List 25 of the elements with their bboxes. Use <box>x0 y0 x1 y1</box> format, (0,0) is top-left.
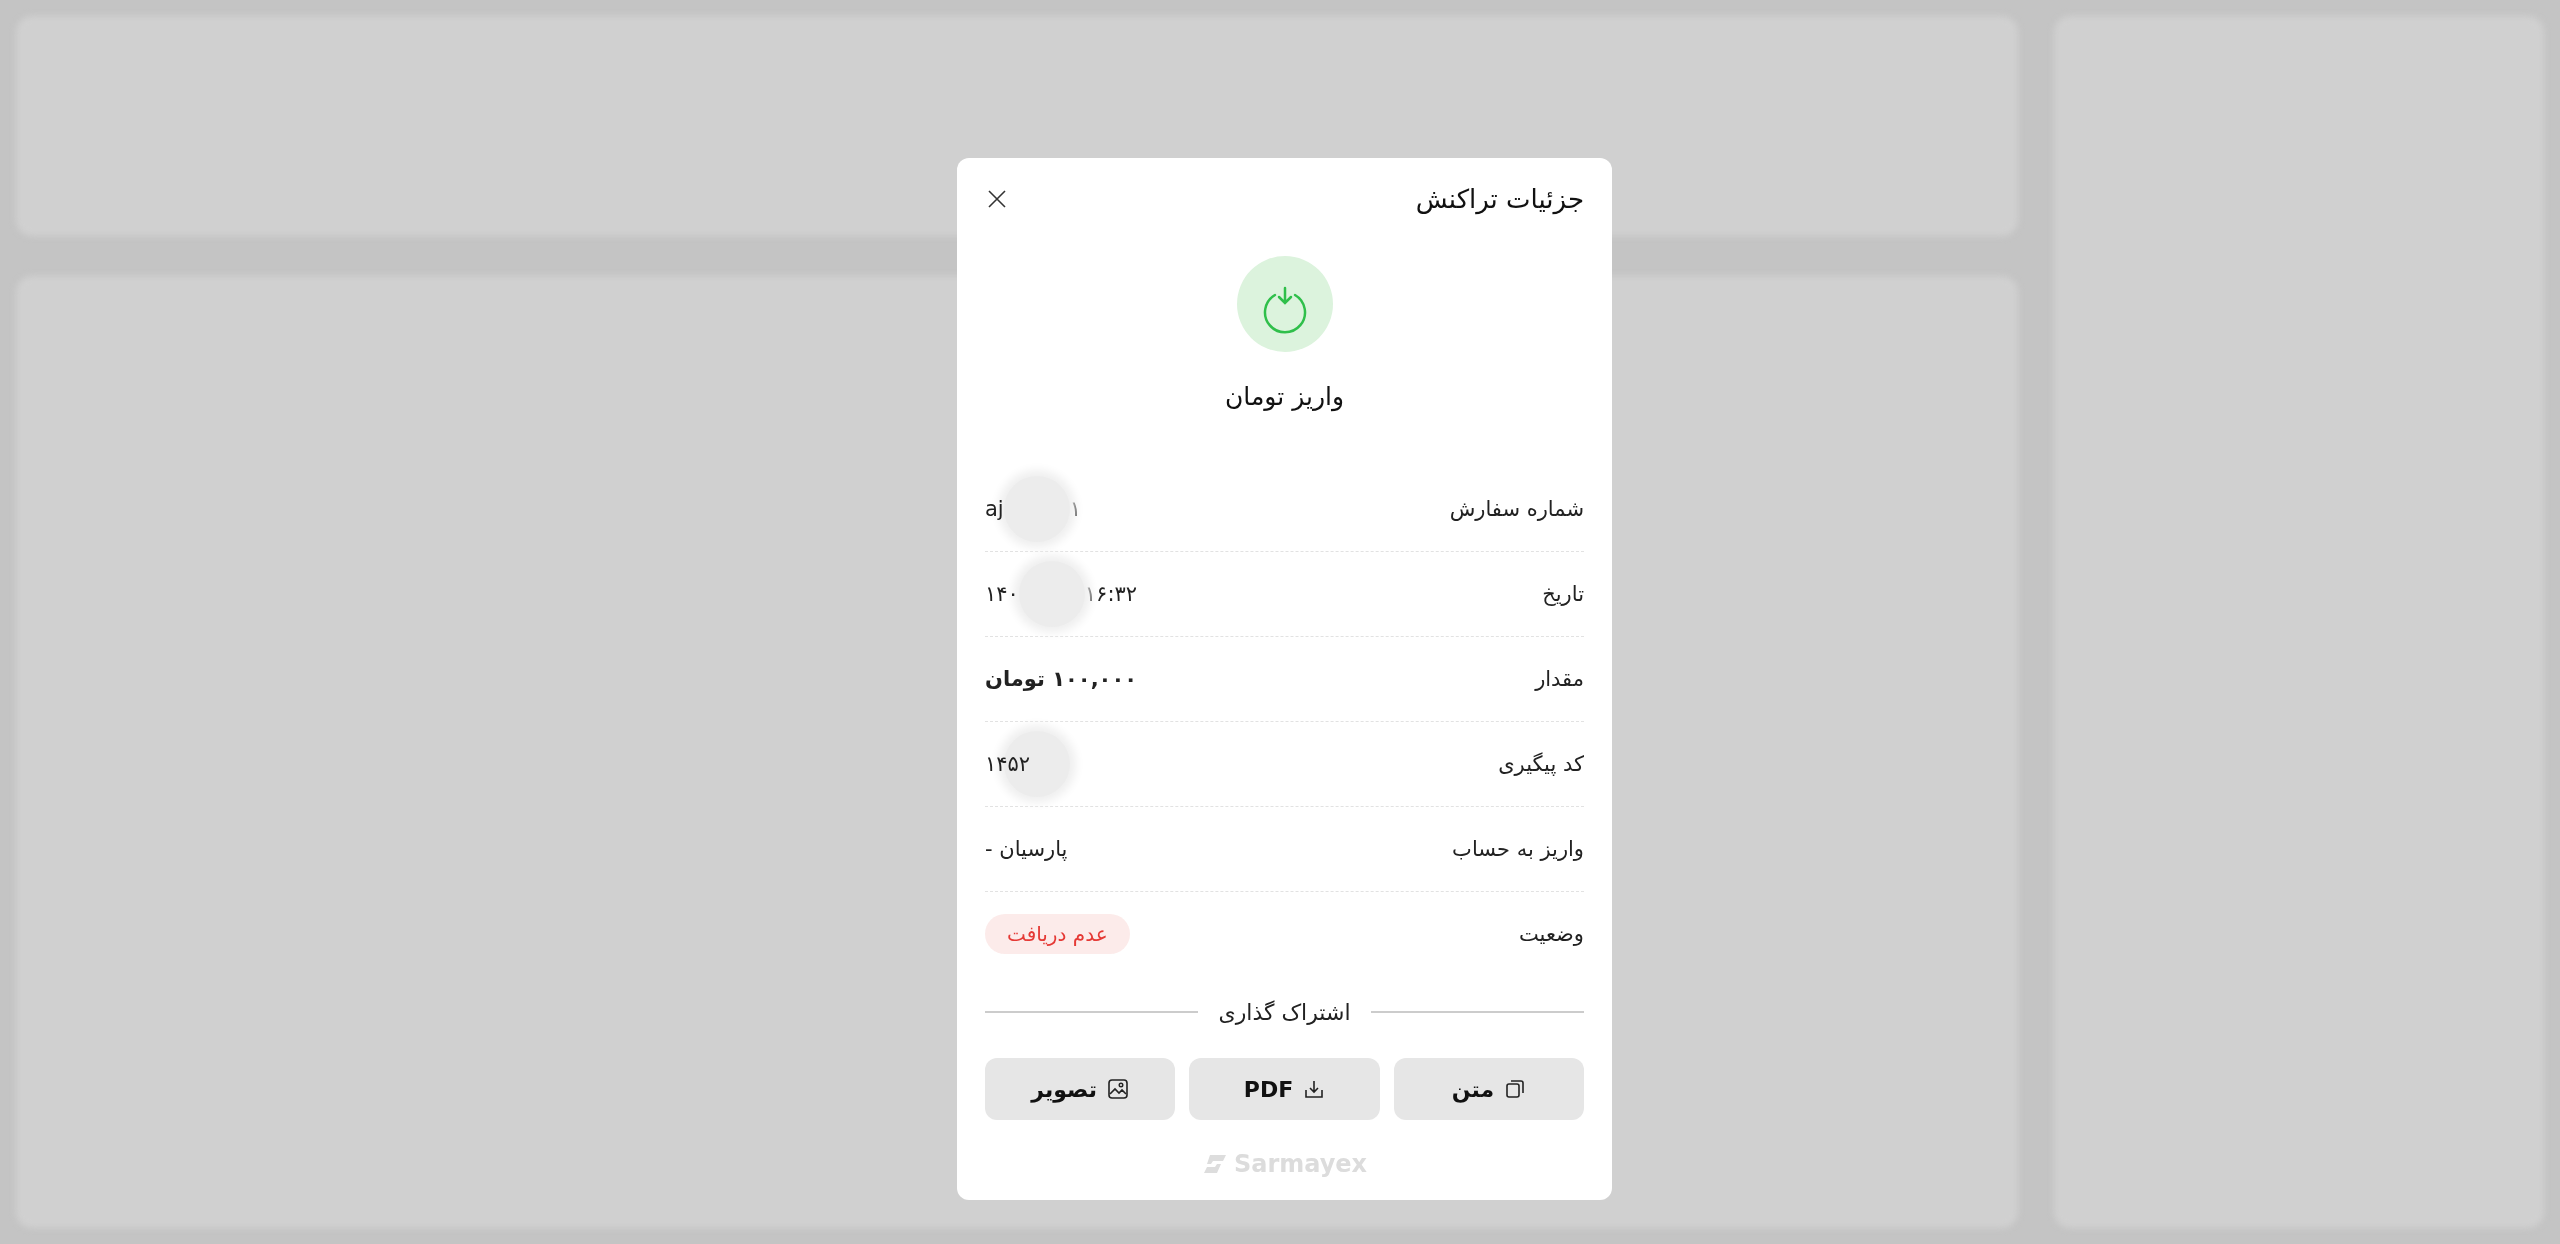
detail-label: واریز به حساب <box>1452 837 1584 861</box>
detail-label: شماره سفارش <box>1449 497 1584 521</box>
image-icon <box>1107 1078 1130 1100</box>
share-button[interactable]: متن <box>1393 1058 1584 1120</box>
close-icon[interactable] <box>987 189 1007 209</box>
detail-value: ۱۶:۳۲ <box>1084 582 1138 606</box>
share-button[interactable]: تصویر <box>985 1058 1176 1120</box>
share-button[interactable]: PDF <box>1189 1058 1380 1120</box>
deposit-icon <box>1236 256 1333 352</box>
copy-icon <box>1504 1078 1527 1100</box>
detail-label: وضعیت <box>1518 922 1584 946</box>
detail-value: aj <box>985 497 1004 521</box>
share-heading: اشتراک گذاری <box>1217 999 1352 1025</box>
detail-value: ۱۴۵۲ <box>985 752 1031 776</box>
status-badge: عدم دریافت <box>985 914 1130 954</box>
detail-value: ۱۰۰,۰۰۰ تومان <box>985 667 1138 691</box>
detail-label: مقدار <box>1535 667 1584 691</box>
detail-label: تاریخ <box>1542 582 1584 606</box>
transaction-type: واریز تومان <box>1225 382 1344 411</box>
detail-label: کد پیگیری <box>1498 752 1584 776</box>
dialog-title: جزئیات تراکنش <box>1415 184 1584 214</box>
detail-value: پارسیان - <box>985 837 1068 861</box>
detail-value: ۱۴۰ <box>985 582 1019 606</box>
detail-value: ۱ <box>1069 497 1081 521</box>
download-icon <box>1303 1078 1326 1100</box>
